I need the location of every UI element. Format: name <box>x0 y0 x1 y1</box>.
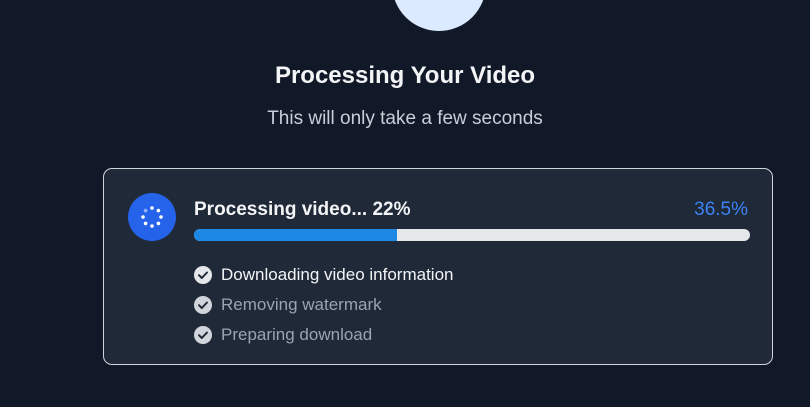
step-downloading-info: Downloading video information <box>194 260 453 290</box>
progress-bar-fill <box>194 229 397 241</box>
top-decorative-circle <box>392 0 486 31</box>
progress-percent-label: 36.5% <box>694 199 748 220</box>
check-circle-icon <box>194 266 212 284</box>
progress-card: Processing video... 22% 36.5% Downloadin… <box>103 168 773 365</box>
spinner-badge <box>128 193 176 241</box>
step-removing-watermark: Removing watermark <box>194 290 453 320</box>
page-title: Processing Your Video <box>274 62 536 89</box>
processing-status-label: Processing video... 22% <box>194 199 411 220</box>
check-circle-icon <box>194 326 212 344</box>
spinner-icon <box>141 206 163 228</box>
check-circle-icon <box>194 296 212 314</box>
processing-steps-list: Downloading video information Removing w… <box>194 260 453 350</box>
step-preparing-download: Preparing download <box>194 320 453 350</box>
page-subtitle: This will only take a few seconds <box>267 108 543 129</box>
step-label: Downloading video information <box>221 265 454 284</box>
progress-bar <box>194 229 750 241</box>
step-label: Preparing download <box>221 325 373 344</box>
step-label: Removing watermark <box>221 295 382 314</box>
